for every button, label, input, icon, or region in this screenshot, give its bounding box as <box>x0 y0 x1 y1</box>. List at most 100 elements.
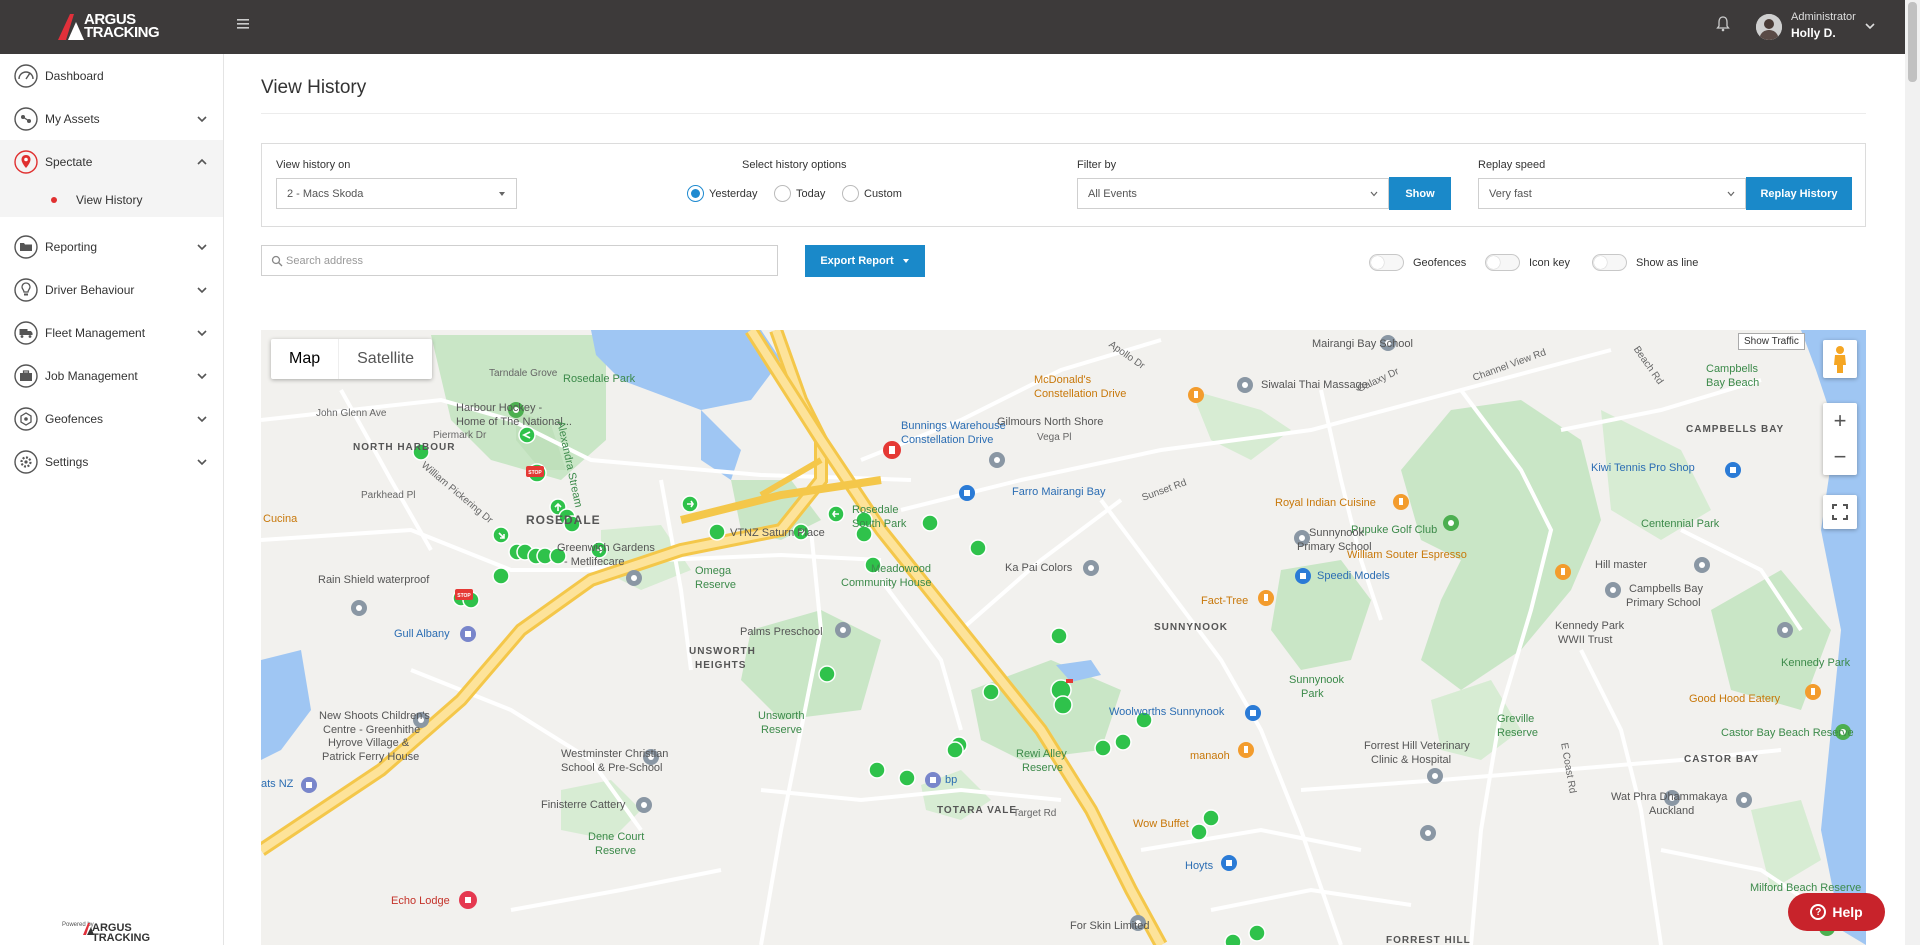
sidebar-item-label: Dashboard <box>45 68 104 83</box>
export-report-button[interactable]: Export Report <box>805 245 925 277</box>
search-icon <box>271 255 283 267</box>
map-label: Harbour Hockey - <box>456 402 543 414</box>
show-traffic-button[interactable]: Show Traffic <box>1738 333 1805 350</box>
replay-speed-select[interactable]: Very fast <box>1478 178 1746 209</box>
zoom-out-button[interactable]: − <box>1823 439 1857 475</box>
chevron-down-icon[interactable] <box>196 327 208 339</box>
radio-yesterday[interactable]: Yesterday <box>687 185 758 202</box>
chevron-down-icon[interactable] <box>196 456 208 468</box>
map-label: Finisterre Cattery <box>541 799 626 811</box>
replay-speed-value: Very fast <box>1489 187 1532 200</box>
avatar[interactable] <box>1756 14 1782 40</box>
sidebar-item-label: My Assets <box>45 111 100 126</box>
search-address-box[interactable] <box>261 245 778 276</box>
gear-icon <box>14 449 38 474</box>
toggle-icon-key[interactable]: Icon key <box>1485 254 1570 271</box>
sidebar-item-job-management[interactable]: Job Management <box>0 354 223 397</box>
radio-label: Yesterday <box>709 187 758 200</box>
sidebar-item-fleet-management[interactable]: Fleet Management <box>0 311 223 354</box>
map-label: Hill master <box>1595 559 1647 571</box>
active-dot <box>51 197 57 203</box>
sidebar-item-reporting[interactable]: Reporting <box>0 225 223 268</box>
map-label: William Souter Espresso <box>1347 549 1467 561</box>
toggle-geofences[interactable]: Geofences <box>1369 254 1466 271</box>
map-type-control: Map Satellite <box>271 339 433 379</box>
map-label: Castor Bay Beach Reserve <box>1721 727 1854 739</box>
map-label: Unsworth <box>758 710 805 722</box>
zoom-in-button[interactable]: + <box>1823 403 1857 439</box>
chevron-down-icon[interactable] <box>196 284 208 296</box>
map-label: Wat Phra Dhammakaya <box>1611 791 1728 803</box>
street-view-pegman-icon[interactable] <box>1823 340 1857 378</box>
lightbulb-icon <box>14 277 38 302</box>
toggle-show-as-line[interactable]: Show as line <box>1592 254 1698 271</box>
top-bar: ARGUS TRACKING Administrator Holly D. <box>0 0 1920 54</box>
map-label: New Shoots Children's <box>319 710 430 722</box>
map-label: bp <box>945 774 958 786</box>
argus-logo[interactable]: ARGUS TRACKING <box>56 12 176 42</box>
notification-bell-icon[interactable] <box>1716 16 1732 34</box>
page-scrollbar[interactable] <box>1905 0 1920 945</box>
map-label: Royal Indian Cuisine <box>1275 497 1376 509</box>
sidebar-item-geofences[interactable]: Geofences <box>0 397 223 440</box>
chevron-up-icon[interactable] <box>196 156 208 168</box>
show-button[interactable]: Show <box>1389 177 1451 210</box>
user-name[interactable]: Holly D. <box>1791 26 1836 40</box>
briefcase-icon <box>14 363 38 388</box>
sidebar-item-dashboard[interactable]: Dashboard <box>0 54 223 97</box>
sidebar-item-driver-behaviour[interactable]: Driver Behaviour <box>0 268 223 311</box>
filter-select[interactable]: All Events <box>1077 178 1389 209</box>
map-label: Parkhead Pl <box>361 490 416 501</box>
chevron-down-icon[interactable] <box>196 413 208 425</box>
map-label: ats NZ <box>261 778 294 790</box>
folder-icon <box>14 234 38 259</box>
map-label: Woolworths Sunnynook <box>1109 706 1225 718</box>
search-input[interactable] <box>286 246 766 275</box>
map-label: Park <box>1301 688 1324 700</box>
toggle-label: Icon key <box>1529 256 1570 269</box>
toggle-switch[interactable] <box>1369 254 1404 271</box>
map-label: Dene Court <box>588 831 645 843</box>
map-type-map-button[interactable]: Map <box>271 339 338 379</box>
chevron-down-icon[interactable] <box>196 241 208 253</box>
radio-button[interactable] <box>774 185 791 202</box>
map-label: Siwalai Thai Massage <box>1261 379 1368 391</box>
chevron-down-icon[interactable] <box>196 370 208 382</box>
map-label: VTNZ Saturn Place <box>730 527 825 539</box>
map-label: SUNNYNOOK <box>1154 622 1229 633</box>
history-map[interactable]: STOP STOP Mairangi Bay School Apollo Dr … <box>261 330 1866 945</box>
sidebar-item-label: Reporting <box>45 239 98 254</box>
sidebar-item-label: Fleet Management <box>45 325 146 340</box>
map-label: Target Rd <box>1013 808 1057 819</box>
sidebar-item-spectate[interactable]: Spectate <box>0 140 223 183</box>
powered-by-logo: Powered by ARGUS TRACKING <box>62 920 167 944</box>
map-label: Auckland <box>1649 805 1695 817</box>
fullscreen-button[interactable] <box>1823 495 1857 529</box>
toggle-switch[interactable] <box>1485 254 1520 271</box>
sidebar-item-settings[interactable]: Settings <box>0 440 223 483</box>
sidebar-item-my-assets[interactable]: My Assets <box>0 97 223 140</box>
radio-button[interactable] <box>842 185 859 202</box>
radio-button[interactable] <box>687 185 704 202</box>
replay-history-button[interactable]: Replay History <box>1746 177 1852 210</box>
map-label: Clinic & Hospital <box>1371 754 1452 766</box>
radio-label: Today <box>796 187 826 200</box>
sidebar-subitem-view-history[interactable]: View History <box>0 183 223 217</box>
caret-down-icon <box>499 192 505 196</box>
divider <box>261 113 1866 114</box>
hamburger-menu-icon[interactable] <box>237 17 251 31</box>
chevron-down-icon[interactable] <box>1864 20 1876 32</box>
radio-custom[interactable]: Custom <box>842 185 902 202</box>
toggle-switch[interactable] <box>1592 254 1627 271</box>
map-type-satellite-button[interactable]: Satellite <box>338 339 432 379</box>
help-button[interactable]: ? Help <box>1788 893 1885 931</box>
map-label: Campbells Bay <box>1629 583 1703 595</box>
map-label: CAMPBELLS BAY <box>1686 424 1785 435</box>
asset-select[interactable]: 2 - Macs Skoda <box>276 178 517 209</box>
chevron-down-icon[interactable] <box>196 113 208 125</box>
scrollbar-thumb[interactable] <box>1908 2 1917 82</box>
zoom-control: + − <box>1823 403 1857 475</box>
radio-today[interactable]: Today <box>774 185 825 202</box>
map-label: Gull Albany <box>394 628 450 640</box>
question-icon: ? <box>1810 904 1827 920</box>
